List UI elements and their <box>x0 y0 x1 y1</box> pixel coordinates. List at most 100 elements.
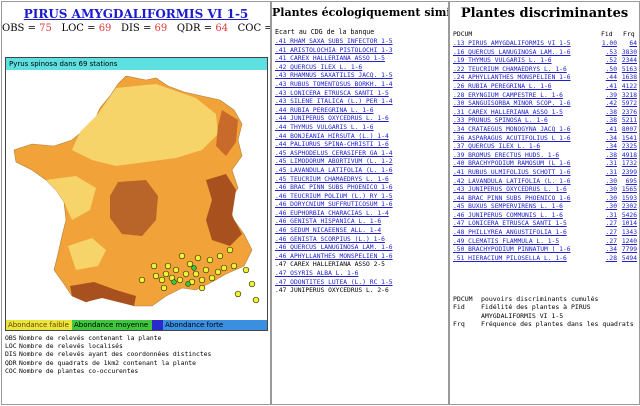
plant-name[interactable]: .49 CLEMATIS FLAMMULA L. 1-5 <box>453 238 597 247</box>
discriminant-plant-row[interactable]: .19 THYMUS VULGARIS L. 1-6 .52 2344 <box>453 57 637 66</box>
plant-name[interactable]: .16 QUERCUS LANUGINOSA LAM. 1-6 <box>453 49 597 58</box>
abbreviation-legend: OBS Nombre de relevés contenant la plante… <box>5 334 267 375</box>
similar-plant-link[interactable]: .44 RUBIA PEREGRINA L. 1-6 <box>275 107 393 116</box>
plant-name[interactable]: .45 BUXUS SEMPERVIRENS L. 1-6 <box>453 203 597 212</box>
abbr-key: LOC <box>5 342 17 351</box>
discriminant-plant-row[interactable]: .39 BROMUS ERECTUS HUDS. 1-6 .38 4918 <box>453 152 637 161</box>
similar-plant-link[interactable]: .44 BONJEANIA HIRSUTA (L.) 1-4 <box>275 133 393 142</box>
stat-obs-value: 75 <box>39 23 52 34</box>
similar-plant-link[interactable]: .46 BRAC PINN SUBS PHOENICO 1-6 <box>275 184 393 193</box>
discriminant-plant-row[interactable]: .50 BRACHYPODIUM PINNATUM ( 1-6 .34 7799 <box>453 246 637 255</box>
plant-name[interactable]: .42 LAVANDULA LATIFOLIA (L. 1-6 <box>453 178 597 187</box>
similar-plant-link[interactable]: .41 ARISTOLOCHIA PISTOLOCHI 1-3 <box>275 47 393 56</box>
similar-plant-link[interactable]: .45 ASPHODELUS CERASIFER GA 1-4 <box>275 150 393 159</box>
similar-plant-link[interactable]: .46 EUPHORBIA CHARACIAS L. 1-4 <box>275 210 393 219</box>
discriminant-plant-row[interactable]: .45 BUXUS SEMPERVIRENS L. 1-6 .30 2302 <box>453 203 637 212</box>
discriminant-plant-row[interactable]: .31 CAREX HALLERIANA ASSO 1-5 .38 2376 <box>453 109 637 118</box>
discriminant-plant-row[interactable]: .51 HIERACIUM PILOSELLA L. 1-6 .28 5494 <box>453 255 637 264</box>
discriminant-plant-row[interactable]: .48 PHILLYREA ANGUSTIFOLIA 1-6 .27 1343 <box>453 229 637 238</box>
plant-name[interactable]: .31 CAREX HALLERIANA ASSO 1-5 <box>453 109 597 118</box>
plant-name[interactable]: .39 BROMUS ERECTUS HUDS. 1-6 <box>453 152 597 161</box>
discriminant-plant-row[interactable]: .46 JUNIPERUS COMMUNIS L. 1-6 .31 5426 <box>453 212 637 221</box>
similar-plant-link[interactable]: .42 QUERCUS ILEX L. 1-6 <box>275 64 393 73</box>
note-text: Fidélité des plantes à PIRUS AMYGDALIFOR… <box>481 303 591 320</box>
similar-plant-link[interactable]: .46 QUERCUS LANUGINOSA LAM. 1-6 <box>275 244 393 253</box>
plant-frequency: 1343 <box>621 229 637 237</box>
discriminant-plant-row[interactable]: .42 LAVANDULA LATIFOLIA (L. 1-6 .30 695 <box>453 178 637 187</box>
similar-plant-link[interactable]: .41 CAREX HALLERIANA ASSO 1-5 <box>275 55 393 64</box>
similar-plant-link[interactable]: .46 DORYCNIUM SUFFRUTICOSUM 1-6 <box>275 201 393 210</box>
discriminant-plant-row[interactable]: .40 BRACHYPODIUM RAMOSUM (L 1-6 .31 1732 <box>453 160 637 169</box>
discriminant-plant-row[interactable]: .37 QUERCUS ILEX L. 1-6 .34 2325 <box>453 143 637 152</box>
plant-name[interactable]: .37 QUERCUS ILEX L. 1-6 <box>453 143 597 152</box>
plant-name[interactable]: .44 BRAC PINN SUBS PHOENICO 1-6 <box>453 195 597 204</box>
plant-name[interactable]: .43 JUNIPERUS OXYCEDRUS L. 1-6 <box>453 186 597 195</box>
discriminant-plant-row[interactable]: .13 PIRUS AMYGDALIFORMIS VI 1-5 1.00 64 <box>453 40 637 49</box>
note-key: PDCUM <box>453 295 473 303</box>
plant-name[interactable]: .47 LONICERA ETRUSCA SANTI 1-5 <box>453 220 597 229</box>
plant-frequency: 5494 <box>621 254 637 262</box>
plant-name[interactable]: .41 RUBUS ULMIFOLIUS SCHOTT 1-6 <box>453 169 597 178</box>
plant-frequency: 4918 <box>621 151 637 159</box>
species-stats: OBS = 75 LOC = 69 DIS = 69 QDR = 64 COC … <box>2 23 270 34</box>
discriminant-plant-row[interactable]: .22 TEUCRIUM CHAMAEDRYS L. 1-6 .50 5163 <box>453 66 637 75</box>
similar-plant-link[interactable]: .46 SEDUM NICAEENSE ALL. 1-4 <box>275 227 393 236</box>
similar-plant-link[interactable]: .44 JUNIPERUS OXYCEDRUS L. 1-6 <box>275 115 393 124</box>
similar-plant-link[interactable]: .43 LONICERA ETRUSCA SANTI 1-5 <box>275 90 393 99</box>
discriminant-plant-row[interactable]: .24 APHYLLANTHES MONSPELIEN 1-6 .44 1638 <box>453 74 637 83</box>
plant-name[interactable]: .33 PRUNUS SPINOSA L. 1-6 <box>453 117 597 126</box>
similar-plant-link[interactable]: .44 PALIURUS SPINA-CHRISTI 1-6 <box>275 141 393 150</box>
column-fid: Fid <box>601 30 613 38</box>
similar-plant-link[interactable]: .41 RHAM SAXA SUBS INFECTOR 1-5 <box>275 38 393 47</box>
discriminant-plant-row[interactable]: .36 ASPARAGUS ACUTIFOLIUS L 1-6 .34 1541 <box>453 135 637 144</box>
plant-name[interactable]: .19 THYMUS VULGARIS L. 1-6 <box>453 57 597 66</box>
discriminant-plant-row[interactable]: .33 PRUNUS SPINOSA L. 1-6 .38 5211 <box>453 117 637 126</box>
france-map <box>6 70 267 320</box>
similar-plant-link[interactable]: .43 RHAMNUS SAXATILIS JACQ. 1-5 <box>275 72 393 81</box>
similar-plant-link[interactable]: .44 THYMUS VULGARIS L. 1-6 <box>275 124 393 133</box>
similar-plant-link[interactable]: .46 TEUCRIUM POLIUM (L.) RY 1-5 <box>275 193 393 202</box>
similar-plant-link[interactable]: .43 RUBUS TOMENTOSUS BORKH. 1-4 <box>275 81 393 90</box>
plant-name[interactable]: .13 PIRUS AMYGDALIFORMIS VI 1-5 <box>453 40 597 49</box>
plant-name[interactable]: .24 APHYLLANTHES MONSPELIEN 1-6 <box>453 74 597 83</box>
plant-name[interactable]: .22 TEUCRIUM CHAMAEDRYS L. 1-6 <box>453 66 597 75</box>
similar-plant-link[interactable]: .45 TEUCRIUM CHAMAEDRYS L. 1-6 <box>275 176 393 185</box>
discriminant-plant-row[interactable]: .34 CRATAEGUS MONOGYNA JACQ 1-6 .41 8007 <box>453 126 637 135</box>
discriminant-plant-row[interactable]: .47 LONICERA ETRUSCA SANTI 1-5 .27 1014 <box>453 220 637 229</box>
discriminant-plant-row[interactable]: .41 RUBUS ULMIFOLIUS SCHOTT 1-6 .31 2399 <box>453 169 637 178</box>
discriminant-plant-row[interactable]: .43 JUNIPERUS OXYCEDRUS L. 1-6 .30 1565 <box>453 186 637 195</box>
similar-plant-link[interactable]: .46 GENISTA HISPANICA L. 1-6 <box>275 218 393 227</box>
plant-name[interactable]: .30 SANGUISORBA MINOR SCOP. 1-6 <box>453 100 597 109</box>
plant-name[interactable]: .46 JUNIPERUS COMMUNIS L. 1-6 <box>453 212 597 221</box>
plant-fidelity: .50 <box>605 65 617 73</box>
plant-name[interactable]: .36 ASPARAGUS ACUTIFOLIUS L 1-6 <box>453 135 597 144</box>
discriminant-plant-row[interactable]: .44 BRAC PINN SUBS PHOENICO 1-6 .30 1593 <box>453 195 637 204</box>
discriminant-plant-row[interactable]: .16 QUERCUS LANUGINOSA LAM. 1-6 .53 3830 <box>453 49 637 58</box>
plant-frequency: 3830 <box>621 48 637 56</box>
plant-name[interactable]: .34 CRATAEGUS MONOGYNA JACQ 1-6 <box>453 126 597 135</box>
plant-name[interactable]: .40 BRACHYPODIUM RAMOSUM (L 1-6 <box>453 160 597 169</box>
species-title[interactable]: PIRUS AMYGDALIFORMIS VI 1-5 <box>2 7 270 21</box>
abbr-text: Nombre de plantes co-occurentes <box>19 366 139 375</box>
plant-name[interactable]: .50 BRACHYPODIUM PINNATUM ( 1-6 <box>453 246 597 255</box>
similar-plant-link[interactable]: .47 ODONTITES LUTEA (L.) RC 1-5 <box>275 279 393 288</box>
abbr-row: COC Nombre de plantes co-occurentes <box>5 367 267 375</box>
similar-plant-link[interactable]: .45 LAVANDULA LATIFOLIA (L. 1-6 <box>275 167 393 176</box>
discriminant-plant-row[interactable]: .49 CLEMATIS FLAMMULA L. 1-5 .27 1240 <box>453 238 637 247</box>
plant-name[interactable]: .51 HIERACIUM PILOSELLA L. 1-6 <box>453 255 597 264</box>
plant-fidelity: .38 <box>605 108 617 116</box>
discriminant-plant-row[interactable]: .26 RUBIA PEREGRINA L. 1-6 .41 4122 <box>453 83 637 92</box>
plant-name[interactable]: .26 RUBIA PEREGRINA L. 1-6 <box>453 83 597 92</box>
plant-name[interactable]: .28 ERYNGIUM CAMPESTRE L. 1-6 <box>453 92 597 101</box>
stat-loc-label: LOC <box>61 23 84 34</box>
similar-plant-link[interactable]: .43 SILENE ITALICA (L.) PER 1-4 <box>275 98 393 107</box>
similar-plant-link[interactable]: .46 APHYLLANTHES MONSPELIEN 1-6 <box>275 253 393 262</box>
discriminant-plant-row[interactable]: .28 ERYNGIUM CAMPESTRE L. 1-6 .39 3218 <box>453 92 637 101</box>
similar-plant-link[interactable]: .46 GENISTA SCORPIUS (L.) 1-6 <box>275 236 393 245</box>
similar-plant-link[interactable]: .47 OSYRIS ALBA L. 1-6 <box>275 270 393 279</box>
plant-name[interactable]: .48 PHILLYREA ANGUSTIFOLIA 1-6 <box>453 229 597 238</box>
discriminant-plant-row[interactable]: .30 SANGUISORBA MINOR SCOP. 1-6 .42 5972 <box>453 100 637 109</box>
similar-plant-link[interactable]: .45 LIMODORUM ABORTIVUM (L. 1-2 <box>275 158 393 167</box>
abbr-row: DIS Nombre de relevés ayant des coordonné… <box>5 350 267 358</box>
plant-fidelity: .42 <box>605 100 617 108</box>
